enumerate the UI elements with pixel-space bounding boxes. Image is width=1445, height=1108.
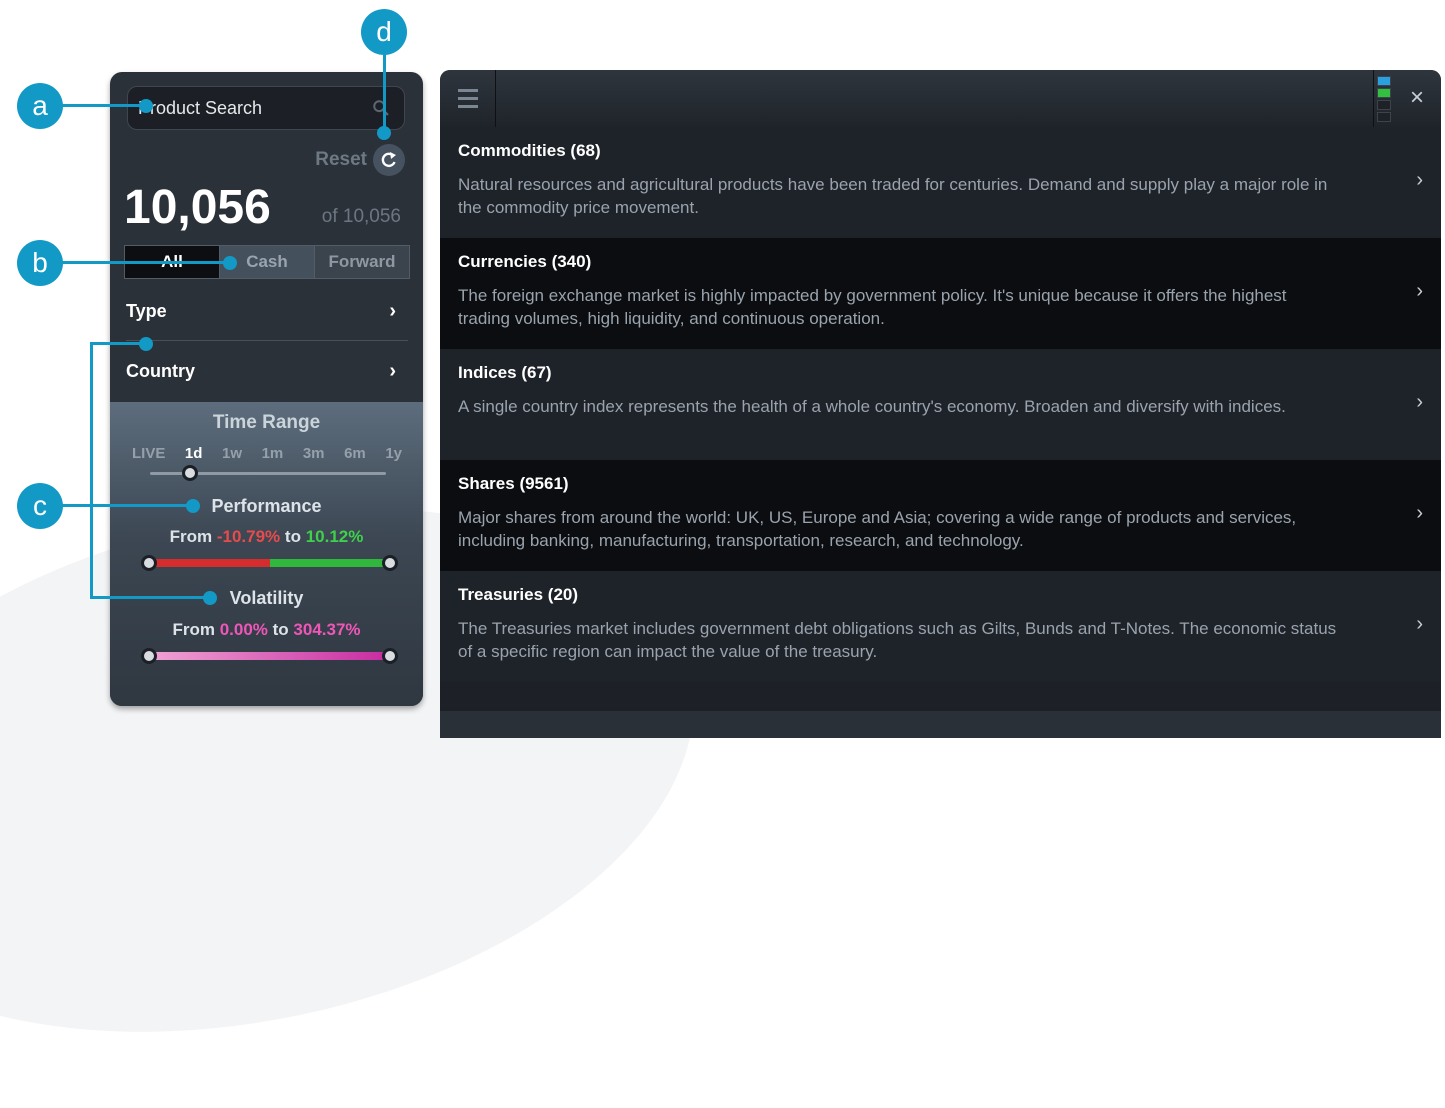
time-range-title: Time Range [212, 412, 321, 433]
search-placeholder: Product Search [138, 97, 263, 118]
reset-row: Reset [315, 144, 405, 176]
product-categories-window: × Commodities (68) Natural resources and… [440, 70, 1441, 738]
performance-range-text: From -10.79% to 10.12% [110, 527, 423, 547]
time-option-live[interactable]: LIVE [132, 445, 165, 462]
chevron-right-icon: › [1416, 613, 1423, 635]
callout-a: a [17, 83, 63, 129]
callout-c-dot-3 [203, 591, 217, 605]
chevron-right-icon: › [1416, 169, 1423, 191]
volatility-to: 304.37% [293, 620, 361, 639]
category-description: Major shares from around the world: UK, … [458, 508, 1297, 550]
callout-c-line [62, 504, 90, 507]
reset-button[interactable] [373, 144, 405, 176]
callout-c-dot-1 [139, 337, 153, 351]
to-label: to [284, 527, 301, 546]
performance-to: 10.12% [305, 527, 364, 546]
performance-from: -10.79% [216, 527, 281, 546]
range-filters: Time Range LIVE 1d 1w 1m 3m 6m 1y Perfor… [110, 402, 423, 706]
callout-c-bracket [90, 342, 93, 597]
callout-c: c [17, 483, 63, 529]
category-row-shares[interactable]: Shares (9561) Major shares from around t… [440, 460, 1441, 571]
chevron-right-icon: › [389, 299, 396, 322]
search-input[interactable]: Product Search [127, 86, 405, 130]
tab-forward[interactable]: Forward [315, 246, 409, 278]
time-option-1y[interactable]: 1y [385, 445, 402, 462]
performance-min-handle[interactable] [141, 555, 157, 571]
filter-country[interactable]: Country › [126, 342, 408, 400]
category-description: Natural resources and agricultural produ… [458, 175, 1328, 217]
category-title: Treasuries (20) [458, 585, 579, 604]
time-option-1w[interactable]: 1w [222, 445, 242, 462]
category-description: The foreign exchange market is highly im… [458, 286, 1287, 328]
time-range-options: LIVE 1d 1w 1m 3m 6m 1y [132, 445, 402, 462]
category-title: Commodities (68) [458, 141, 601, 160]
total-count: of 10,056 [321, 206, 401, 227]
from-label: From [169, 527, 213, 546]
filter-country-label: Country [126, 360, 195, 381]
callout-b-line [62, 261, 230, 264]
callout-c-dot-2 [186, 499, 200, 513]
callout-c-line-mid [90, 504, 190, 507]
performance-max-handle[interactable] [382, 555, 398, 571]
performance-track [150, 559, 390, 567]
chevron-right-icon: › [1416, 391, 1423, 413]
callout-a-dot [139, 99, 153, 113]
filter-type[interactable]: Type › [126, 282, 408, 341]
volatility-from: 0.00% [219, 620, 268, 639]
category-row-indices[interactable]: Indices (67) A single country index repr… [440, 349, 1441, 460]
category-description: The Treasuries market includes governmen… [458, 619, 1337, 661]
callout-a-line [62, 104, 146, 107]
volatility-range-text: From 0.00% to 304.37% [110, 620, 423, 640]
filter-type-label: Type [126, 300, 167, 321]
callout-b: b [17, 240, 63, 286]
search-icon [373, 100, 389, 116]
menu-icon[interactable] [458, 89, 478, 113]
category-row-commodities[interactable]: Commodities (68) Natural resources and a… [440, 127, 1441, 238]
callout-d: d [361, 9, 407, 55]
category-title: Shares (9561) [458, 474, 569, 493]
window-footer [440, 711, 1441, 738]
callout-d-dot [377, 126, 391, 140]
category-row-currencies[interactable]: Currencies (340) The foreign exchange ma… [440, 238, 1441, 349]
time-option-1m[interactable]: 1m [262, 445, 284, 462]
volatility-min-handle[interactable] [141, 648, 157, 664]
reset-icon [381, 152, 396, 168]
volatility-track [150, 652, 390, 660]
header-divider [495, 70, 496, 127]
header-divider [1373, 70, 1374, 127]
time-range-handle[interactable] [182, 465, 198, 481]
chevron-right-icon: › [389, 359, 396, 382]
reset-label: Reset [315, 149, 367, 170]
time-option-1d[interactable]: 1d [185, 445, 203, 462]
result-count: 10,056 [124, 181, 271, 234]
category-title: Currencies (340) [458, 252, 592, 271]
category-list: Commodities (68) Natural resources and a… [440, 127, 1441, 682]
callout-d-line [383, 54, 386, 132]
signal-icon [1377, 76, 1391, 122]
chevron-right-icon: › [1416, 502, 1423, 524]
category-title: Indices (67) [458, 363, 552, 382]
close-icon[interactable]: × [1410, 84, 1424, 112]
time-option-6m[interactable]: 6m [344, 445, 366, 462]
to-label: to [272, 620, 289, 639]
chevron-right-icon: › [1416, 280, 1423, 302]
volatility-max-handle[interactable] [382, 648, 398, 664]
callout-b-dot [223, 256, 237, 270]
category-row-treasuries[interactable]: Treasuries (20) The Treasuries market in… [440, 571, 1441, 682]
from-label: From [172, 620, 215, 639]
callout-c-line-top [90, 342, 145, 345]
category-description: A single country index represents the he… [458, 397, 1286, 416]
callout-c-line-bottom [90, 596, 208, 599]
product-filter-panel: Product Search Reset 10,056 of 10,056 Al… [110, 72, 423, 706]
window-header: × [440, 70, 1441, 127]
time-option-3m[interactable]: 3m [303, 445, 325, 462]
